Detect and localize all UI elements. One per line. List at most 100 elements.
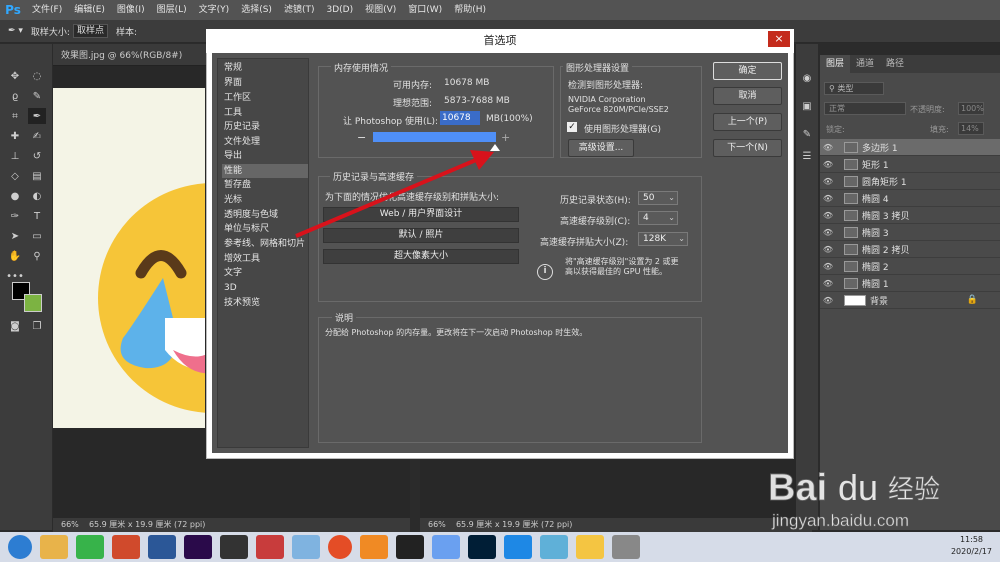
adjustments-panel-icon[interactable]: ☰ bbox=[798, 148, 816, 164]
tab-channels[interactable]: 通道 bbox=[850, 55, 880, 73]
layer-row[interactable]: 👁 圆角矩形 1 bbox=[820, 173, 1000, 190]
eye-icon[interactable]: 👁 bbox=[820, 228, 836, 237]
properties-panel-icon[interactable]: ▣ bbox=[798, 98, 816, 114]
brush-panel-icon[interactable]: ✎ bbox=[798, 126, 816, 142]
default-photo-preset-button[interactable]: 默认 / 照片 bbox=[323, 228, 519, 243]
nav-item-type[interactable]: 文字 bbox=[222, 266, 308, 280]
tab-layers[interactable]: 图层 bbox=[820, 55, 851, 73]
advanced-settings-button[interactable]: 高级设置... bbox=[568, 139, 634, 157]
nav-item-plugins[interactable]: 增效工具 bbox=[222, 252, 308, 266]
nav-item-history[interactable]: 历史记录 bbox=[222, 120, 308, 134]
nav-item-tools[interactable]: 工具 bbox=[222, 106, 308, 120]
qq-icon[interactable] bbox=[396, 535, 424, 559]
crop-tool-icon[interactable]: ⌗ bbox=[6, 108, 24, 124]
lasso-tool-icon[interactable]: ϱ bbox=[6, 88, 24, 104]
layer-row[interactable]: 👁 椭圆 2 bbox=[820, 258, 1000, 275]
layer-row[interactable]: 👁 椭圆 4 bbox=[820, 190, 1000, 207]
menu-layer[interactable]: 图层(L) bbox=[151, 0, 193, 20]
eyedropper-icon[interactable]: ✒ ▾ bbox=[8, 26, 23, 36]
history-states-select[interactable]: 50 ⌄ bbox=[638, 191, 678, 205]
opacity-field[interactable]: 100% bbox=[958, 102, 984, 115]
word-icon[interactable] bbox=[148, 535, 176, 559]
cache-tile-size-select[interactable]: 128K ⌄ bbox=[638, 232, 688, 246]
menu-select[interactable]: 选择(S) bbox=[235, 0, 278, 20]
file-explorer-icon[interactable] bbox=[40, 535, 68, 559]
nav-item-export[interactable]: 导出 bbox=[222, 149, 308, 163]
nav-item-units[interactable]: 单位与标尺 bbox=[222, 222, 308, 236]
eye-icon[interactable]: 👁 bbox=[820, 211, 836, 220]
shape-tool-icon[interactable]: ▭ bbox=[28, 228, 46, 244]
taskbar-clock[interactable]: 11:58 2020/2/17 bbox=[951, 534, 992, 558]
move-tool-icon[interactable]: ✥ bbox=[6, 68, 24, 84]
brush-tool-icon[interactable]: ✍ bbox=[28, 128, 46, 144]
path-select-icon[interactable]: ➤ bbox=[6, 228, 24, 244]
eye-icon[interactable]: 👁 bbox=[820, 143, 836, 152]
layer-row[interactable]: 👁 多边形 1 bbox=[820, 139, 1000, 156]
memory-slider-handle[interactable] bbox=[490, 144, 500, 151]
layer-row[interactable]: 👁 椭圆 2 拷贝 bbox=[820, 241, 1000, 258]
sample-size-select[interactable]: 取样点 bbox=[72, 24, 108, 38]
nav-item-transparency[interactable]: 透明度与色域 bbox=[222, 208, 308, 222]
zoom-tool-icon[interactable]: ⚲ bbox=[28, 248, 46, 264]
feishu-icon[interactable] bbox=[432, 535, 460, 559]
menu-3d[interactable]: 3D(D) bbox=[320, 0, 359, 20]
powerpoint-icon[interactable] bbox=[112, 535, 140, 559]
blend-mode-select[interactable]: 正常 bbox=[824, 102, 906, 115]
screen-mode-icon[interactable]: ❐ bbox=[28, 318, 46, 334]
blur-tool-icon[interactable]: ● bbox=[6, 188, 24, 204]
pen-tool-icon[interactable]: ✑ bbox=[6, 208, 24, 224]
close-icon[interactable]: × bbox=[768, 31, 790, 47]
layer-row[interactable]: 👁 椭圆 3 拷贝 bbox=[820, 207, 1000, 224]
gradient-tool-icon[interactable]: ▤ bbox=[28, 168, 46, 184]
color-panel-icon[interactable]: ◉ bbox=[798, 70, 816, 86]
increase-memory-button[interactable]: + bbox=[501, 131, 510, 144]
eyedropper-tool-icon[interactable]: ✒ bbox=[28, 108, 46, 124]
menu-help[interactable]: 帮助(H) bbox=[448, 0, 492, 20]
web-ui-preset-button[interactable]: Web / 用户界面设计 bbox=[323, 207, 519, 222]
nav-item-interface[interactable]: 界面 bbox=[222, 76, 308, 90]
eraser-tool-icon[interactable]: ◇ bbox=[6, 168, 24, 184]
memory-slider-track[interactable] bbox=[373, 132, 496, 142]
menu-filter[interactable]: 滤镜(T) bbox=[278, 0, 321, 20]
premiere-icon[interactable] bbox=[184, 535, 212, 559]
prev-button[interactable]: 上一个(P) bbox=[713, 113, 782, 131]
eye-icon[interactable]: 👁 bbox=[820, 296, 836, 305]
wps-icon[interactable] bbox=[504, 535, 532, 559]
layer-kind-filter[interactable]: ⚲ 类型 bbox=[824, 82, 884, 95]
tray-network-icon[interactable] bbox=[612, 535, 640, 559]
cache-levels-select[interactable]: 4 ⌄ bbox=[638, 211, 678, 225]
wechat-icon[interactable] bbox=[76, 535, 104, 559]
photoshop-taskbar-icon[interactable] bbox=[468, 535, 496, 559]
menu-image[interactable]: 图像(I) bbox=[111, 0, 151, 20]
cancel-button[interactable]: 取消 bbox=[713, 87, 782, 105]
start-button-icon[interactable] bbox=[8, 535, 32, 559]
tab-paths[interactable]: 路径 bbox=[880, 55, 910, 73]
ok-button[interactable]: 确定 bbox=[713, 62, 782, 80]
healing-tool-icon[interactable]: ✚ bbox=[6, 128, 24, 144]
chrome-icon[interactable] bbox=[328, 535, 352, 559]
app2-icon[interactable] bbox=[540, 535, 568, 559]
quick-mask-icon[interactable]: ◙ bbox=[6, 318, 24, 334]
layer-row[interactable]: 👁 矩形 1 bbox=[820, 156, 1000, 173]
memory-allocation-input[interactable]: 10678 bbox=[440, 111, 480, 125]
history-brush-icon[interactable]: ↺ bbox=[28, 148, 46, 164]
eye-icon[interactable]: 👁 bbox=[820, 160, 836, 169]
nav-item-cursors[interactable]: 光标 bbox=[222, 193, 308, 207]
fill-field[interactable]: 14% bbox=[958, 122, 984, 135]
nav-item-tech-preview[interactable]: 技术预览 bbox=[222, 296, 308, 310]
eye-icon[interactable]: 👁 bbox=[820, 279, 836, 288]
document-tab[interactable]: 效果图.jpg @ 66%(RGB/8#) bbox=[55, 47, 205, 65]
nav-item-general[interactable]: 常规 bbox=[222, 61, 308, 75]
eye-icon[interactable]: 👁 bbox=[820, 245, 836, 254]
eye-icon[interactable]: 👁 bbox=[820, 194, 836, 203]
eye-icon[interactable]: 👁 bbox=[820, 262, 836, 271]
use-gpu-checkbox[interactable]: ✓ bbox=[567, 122, 577, 132]
marquee-tool-icon[interactable]: ◌ bbox=[28, 68, 46, 84]
layer-row[interactable]: 👁 椭圆 1 bbox=[820, 275, 1000, 292]
canvas[interactable] bbox=[53, 88, 205, 428]
notes-icon[interactable] bbox=[576, 535, 604, 559]
app-icon[interactable] bbox=[360, 535, 388, 559]
menu-type[interactable]: 文字(Y) bbox=[193, 0, 236, 20]
nav-item-3d[interactable]: 3D bbox=[222, 281, 308, 295]
background-color-swatch[interactable] bbox=[24, 294, 42, 312]
